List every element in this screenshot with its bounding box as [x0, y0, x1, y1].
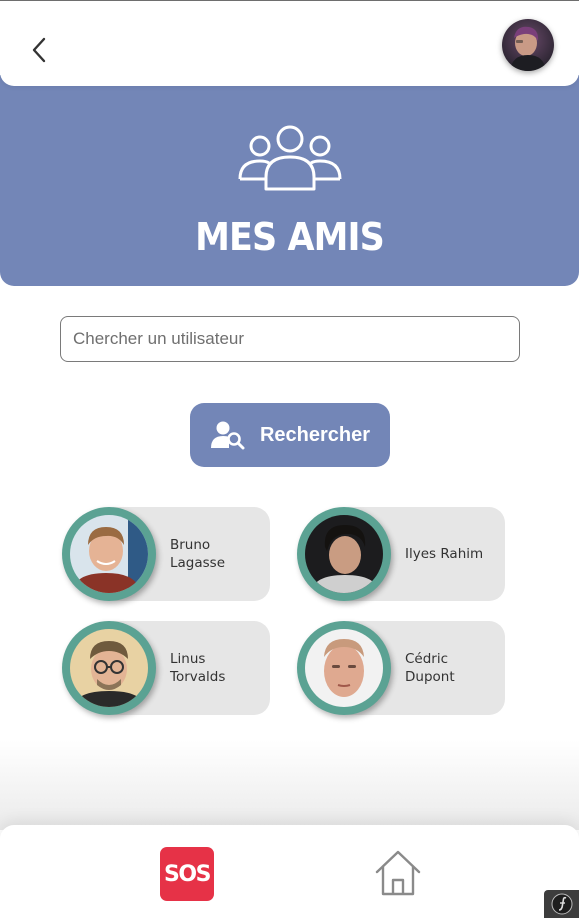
bottom-fade	[0, 740, 579, 830]
bottom-nav: SOS	[0, 825, 579, 918]
user-avatar-photo	[502, 19, 554, 71]
friend-photo	[70, 629, 148, 707]
friend-photo	[70, 515, 148, 593]
friend-avatar	[297, 621, 391, 715]
friend-card[interactable]: Bruno Lagasse	[62, 507, 270, 601]
friend-card[interactable]: Cédric Dupont	[297, 621, 505, 715]
friend-card[interactable]: Ilyes Rahim	[297, 507, 505, 601]
logo-icon	[551, 893, 572, 915]
search-button[interactable]: Rechercher	[190, 403, 390, 467]
friend-name: Bruno Lagasse	[170, 507, 266, 601]
friend-first-name: Linus	[170, 651, 206, 667]
friend-last-name: Dupont	[405, 669, 455, 685]
page-header: MES AMIS	[0, 75, 579, 286]
friend-photo	[305, 629, 383, 707]
users-group-icon	[238, 125, 342, 191]
user-search-icon	[210, 421, 245, 450]
friend-name: Linus Torvalds	[170, 621, 266, 715]
friend-avatar	[62, 621, 156, 715]
friend-avatar	[297, 507, 391, 601]
back-button[interactable]	[18, 29, 60, 71]
page-title: MES AMIS	[195, 215, 385, 259]
chevron-left-icon	[32, 37, 46, 63]
friend-card[interactable]: Linus Torvalds	[62, 621, 270, 715]
friend-first-name: Ilyes Rahim	[405, 546, 484, 562]
top-bar	[0, 0, 579, 86]
friend-first-name: Bruno	[170, 537, 211, 553]
user-avatar[interactable]	[502, 19, 554, 71]
home-icon	[375, 850, 421, 896]
debug-toolbar-toggle[interactable]	[544, 890, 579, 918]
search-input[interactable]	[60, 316, 520, 362]
home-button[interactable]	[372, 847, 424, 899]
friend-name: Ilyes Rahim	[405, 507, 501, 601]
sos-button[interactable]: SOS	[160, 847, 214, 901]
friend-avatar	[62, 507, 156, 601]
friend-first-name: Cédric	[405, 651, 449, 667]
friend-photo	[305, 515, 383, 593]
friend-last-name: Lagasse	[170, 555, 226, 571]
friend-name: Cédric Dupont	[405, 621, 501, 715]
search-button-label: Rechercher	[259, 423, 371, 446]
friend-last-name: Torvalds	[170, 669, 226, 685]
